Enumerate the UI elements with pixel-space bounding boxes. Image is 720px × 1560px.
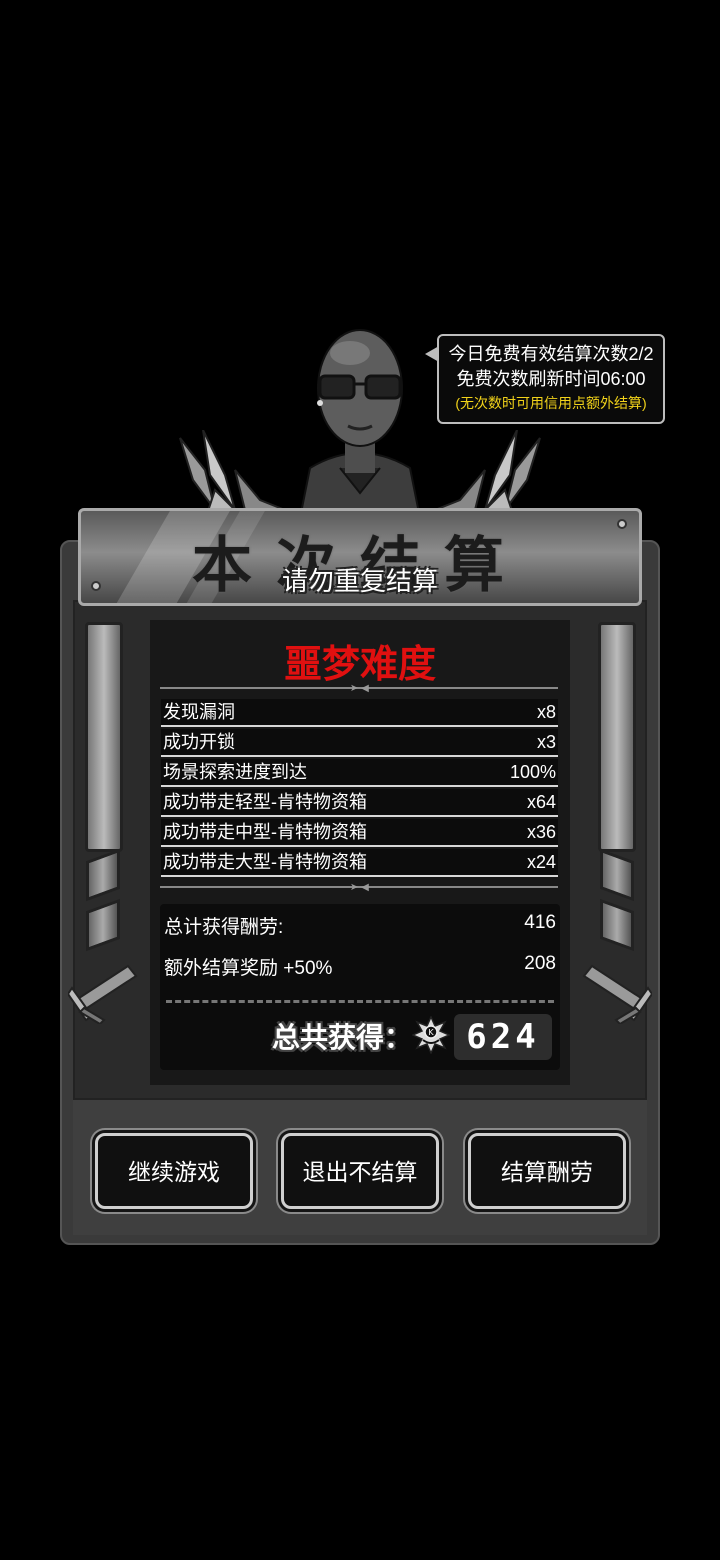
stat-label: 成功开锁 [163, 732, 235, 752]
divider-top: ➤ ◀ [160, 683, 558, 694]
grand-total-value: 624 [454, 1014, 552, 1060]
crystal-left-decoration [179, 430, 286, 520]
stat-value: x3 [536, 732, 556, 752]
svg-text:K: K [428, 1028, 434, 1037]
stat-row: 成功带走大型-肯特物资箱 x24 [161, 849, 558, 877]
character-portrait [298, 329, 422, 518]
grand-total-label: 总共获得： [272, 1022, 413, 1053]
stat-row: 成功带走轻型-肯特物资箱 x64 [161, 789, 558, 817]
stat-value: 100% [509, 762, 556, 782]
stat-row: 成功开锁 x3 [161, 729, 558, 757]
stat-value: x36 [526, 822, 556, 842]
crystal-right-decoration [434, 430, 541, 520]
settlement-screen: 今日免费有效结算次数2/2 免费次数刷新时间06:00 (无次数时可用信用点额外… [0, 0, 720, 1560]
stat-value: x8 [536, 702, 556, 722]
stat-label: 成功带走大型-肯特物资箱 [163, 852, 367, 872]
left-pillar [85, 622, 123, 852]
settle-reward-button[interactable]: 结算酬劳 [468, 1133, 626, 1209]
continue-game-button[interactable]: 继续游戏 [95, 1133, 253, 1209]
free-settlement-tooltip: 今日免费有效结算次数2/2 免费次数刷新时间06:00 (无次数时可用信用点额外… [425, 334, 665, 424]
stat-label: 成功带走中型-肯特物资箱 [163, 822, 367, 842]
dashed-separator [166, 1000, 554, 1003]
header-plate: 本次结算 请勿重复结算 [78, 508, 642, 606]
stat-label: 成功带走轻型-肯特物资箱 [163, 792, 367, 812]
earned-label: 总计获得酬劳: [164, 917, 284, 938]
stat-row: 场景探索进度到达 100% [161, 759, 558, 787]
divider-bottom: ➤ ◀ [160, 882, 558, 893]
stat-row: 成功带走中型-肯特物资箱 x36 [161, 819, 558, 847]
totals-box: 总计获得酬劳: 416 额外结算奖励 +50% 208 总共获得： K 624 [160, 904, 560, 1070]
earned-row: 总计获得酬劳: 416 [164, 912, 556, 939]
left-sword-decoration [68, 964, 138, 1024]
free-settlement-count-text: 今日免费有效结算次数2/2 [448, 344, 654, 364]
earned-value: 416 [524, 912, 556, 933]
stat-label: 场景探索进度到达 [163, 762, 307, 782]
difficulty-label: 噩梦难度 [283, 642, 436, 686]
stat-value: x24 [526, 852, 556, 872]
bonus-label: 额外结算奖励 +50% [164, 958, 333, 979]
settlement-subtitle: 请勿重复结算 [281, 566, 438, 596]
right-sword-decoration [582, 964, 652, 1024]
stat-label: 发现漏洞 [163, 702, 235, 722]
bonus-value: 208 [524, 953, 556, 974]
credit-settlement-note: (无次数时可用信用点额外结算) [455, 395, 647, 411]
right-pillar [598, 622, 636, 852]
k-emblem-coin-icon: K [412, 1016, 450, 1054]
refresh-time-text: 免费次数刷新时间06:00 [456, 369, 646, 389]
exit-without-settle-button[interactable]: 退出不结算 [281, 1133, 439, 1209]
bonus-row: 额外结算奖励 +50% 208 [164, 953, 556, 980]
stat-row: 发现漏洞 x8 [161, 699, 558, 727]
results-content: 噩梦难度 ➤ ◀ 发现漏洞 x8 成功开锁 x3 场景探索进度到达 100% 成… [150, 620, 570, 1085]
stat-value: x64 [526, 792, 556, 812]
